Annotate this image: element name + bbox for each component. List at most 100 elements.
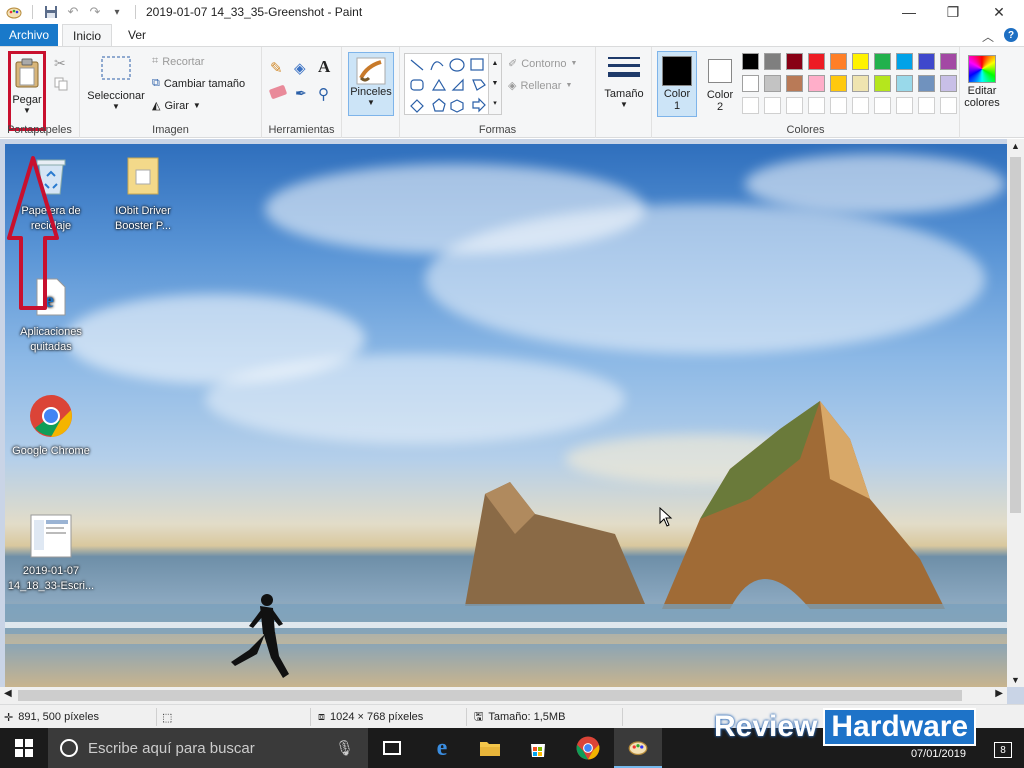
palette-color-swatch[interactable] bbox=[896, 53, 913, 70]
palette-color-swatch[interactable] bbox=[786, 75, 803, 92]
color-picker-icon[interactable]: ✒ bbox=[295, 85, 307, 102]
palette-custom-slot[interactable] bbox=[852, 97, 869, 114]
palette-custom-slot[interactable] bbox=[808, 97, 825, 114]
rotate-icon: ◭ bbox=[152, 100, 161, 112]
color1-swatch bbox=[662, 56, 692, 86]
maximize-button[interactable]: ❐ bbox=[930, 0, 976, 24]
save-icon[interactable] bbox=[41, 2, 61, 22]
palette-color-swatch[interactable] bbox=[852, 53, 869, 70]
palette-custom-slot[interactable] bbox=[764, 97, 781, 114]
palette-custom-slot[interactable] bbox=[874, 97, 891, 114]
palette-color-swatch[interactable] bbox=[830, 75, 847, 92]
store-button[interactable] bbox=[514, 728, 562, 768]
scroll-left-icon[interactable]: ◀ bbox=[4, 688, 12, 699]
size-group: Tamaño ▼ bbox=[596, 47, 652, 138]
tab-view[interactable]: Ver bbox=[118, 24, 156, 46]
edit-colors-button[interactable]: Editar colores bbox=[960, 55, 1004, 109]
customize-qat-icon[interactable]: ▾ bbox=[107, 2, 127, 22]
palette-color-swatch[interactable] bbox=[940, 53, 957, 70]
start-button[interactable] bbox=[0, 728, 48, 768]
size-button[interactable]: Tamaño ▼ bbox=[602, 53, 646, 109]
palette-color-swatch[interactable] bbox=[852, 75, 869, 92]
outline-label: Contorno bbox=[521, 57, 567, 70]
crop-label: Recortar bbox=[162, 55, 205, 68]
palette-color-swatch[interactable] bbox=[764, 53, 781, 70]
fill-button[interactable]: ◈ Rellenar ▼ bbox=[508, 79, 572, 93]
palette-custom-slot[interactable] bbox=[918, 97, 935, 114]
notifications-button[interactable]: 8 bbox=[994, 742, 1012, 758]
desktop-icon-chrome[interactable]: Google Chrome bbox=[5, 394, 97, 459]
palette-color-swatch[interactable] bbox=[940, 75, 957, 92]
palette-color-swatch[interactable] bbox=[896, 75, 913, 92]
paint-taskbar-button[interactable] bbox=[614, 728, 662, 768]
redo-icon[interactable]: ↷ bbox=[85, 2, 105, 22]
palette-custom-slot[interactable] bbox=[896, 97, 913, 114]
fill-icon[interactable]: ◈ bbox=[294, 59, 306, 77]
tab-home[interactable]: Inicio bbox=[62, 24, 113, 46]
crop-button[interactable]: ⌗ Recortar bbox=[152, 55, 204, 68]
scroll-up-icon[interactable]: ▲ bbox=[1011, 141, 1020, 151]
palette-color-swatch[interactable] bbox=[742, 75, 759, 92]
eraser-icon[interactable] bbox=[268, 84, 288, 100]
brushes-button[interactable]: Pinceles ▼ bbox=[348, 52, 394, 116]
vertical-scroll-thumb[interactable] bbox=[1010, 157, 1021, 513]
fill-bucket-icon: ◈ bbox=[508, 80, 517, 92]
outline-button[interactable]: ✐ Contorno ▼ bbox=[508, 57, 577, 71]
file-explorer-button[interactable] bbox=[466, 728, 514, 768]
text-icon[interactable]: A bbox=[318, 57, 330, 77]
palette-custom-slot[interactable] bbox=[830, 97, 847, 114]
task-view-button[interactable] bbox=[368, 728, 416, 768]
taskbar-search[interactable]: Escribe aquí para buscar 🎙 bbox=[48, 728, 368, 768]
palette-color-swatch[interactable] bbox=[874, 53, 891, 70]
tools-group-label: Herramientas bbox=[268, 124, 335, 136]
palette-custom-slot[interactable] bbox=[742, 97, 759, 114]
chrome-taskbar-button[interactable] bbox=[564, 728, 612, 768]
vertical-scrollbar[interactable]: ▲ ▼ bbox=[1007, 139, 1024, 687]
paste-dropdown-icon[interactable]: ▼ bbox=[23, 106, 31, 115]
tab-file[interactable]: Archivo bbox=[0, 24, 59, 46]
minimize-button[interactable]: — bbox=[886, 0, 932, 24]
desktop-icon-iobit[interactable]: IObit Driver Booster P... bbox=[97, 154, 189, 234]
rotate-button[interactable]: ◭ Girar ▼ bbox=[152, 99, 201, 113]
paste-button[interactable]: Pegar ▼ bbox=[8, 51, 46, 131]
scroll-down-icon[interactable]: ▼ bbox=[1011, 675, 1020, 685]
palette-color-swatch[interactable] bbox=[918, 53, 935, 70]
close-button[interactable]: ✕ bbox=[976, 0, 1022, 24]
help-icon[interactable]: ? bbox=[1004, 28, 1018, 42]
shapes-scroll[interactable]: ▲ ▼ ▾ bbox=[488, 53, 502, 115]
horizontal-scrollbar[interactable]: ◀ ▶ bbox=[0, 687, 1007, 704]
desktop-icon-label: Google Chrome bbox=[12, 445, 90, 457]
palette-color-swatch[interactable] bbox=[808, 75, 825, 92]
pencil-icon[interactable]: ✎ bbox=[270, 59, 283, 77]
edge-button[interactable]: e bbox=[418, 728, 466, 768]
crop-icon: ⌗ bbox=[152, 55, 159, 67]
selection-icon: ⬚ bbox=[162, 711, 173, 724]
desktop-icon-screenshot[interactable]: 2019-01-07 14_18_33-Escri... bbox=[5, 514, 97, 594]
undo-icon[interactable]: ↶ bbox=[63, 2, 83, 22]
palette-custom-slot[interactable] bbox=[940, 97, 957, 114]
magnifier-icon[interactable]: ⚲ bbox=[318, 85, 329, 103]
collapse-ribbon-icon[interactable]: ︿ bbox=[982, 28, 994, 45]
drawing-canvas[interactable]: Papelera de reciclaje IObit Driver Boost… bbox=[5, 144, 1008, 687]
microphone-icon[interactable]: 🎙 bbox=[335, 739, 354, 757]
palette-color-swatch[interactable] bbox=[918, 75, 935, 92]
palette-color-swatch[interactable] bbox=[830, 53, 847, 70]
resize-icon: ⧉ bbox=[152, 77, 160, 89]
color1-button[interactable]: Color 1 bbox=[657, 51, 697, 117]
palette-color-swatch[interactable] bbox=[786, 53, 803, 70]
palette-color-swatch[interactable] bbox=[874, 75, 891, 92]
palette-color-swatch[interactable] bbox=[764, 75, 781, 92]
clock-date[interactable]: 07/01/2019 bbox=[911, 748, 966, 760]
color2-button[interactable]: Color 2 bbox=[700, 51, 740, 117]
cut-icon[interactable]: ✂ bbox=[54, 55, 66, 72]
horizontal-scroll-thumb[interactable] bbox=[18, 690, 962, 701]
select-button[interactable]: Seleccionar ▼ bbox=[84, 55, 148, 111]
search-icon bbox=[60, 739, 78, 757]
resize-button[interactable]: ⧉ Cambiar tamaño bbox=[152, 77, 245, 90]
copy-icon[interactable] bbox=[54, 77, 68, 94]
palette-color-swatch[interactable] bbox=[808, 53, 825, 70]
paint-app-icon[interactable] bbox=[4, 2, 24, 22]
scroll-right-icon[interactable]: ▶ bbox=[995, 688, 1003, 699]
palette-custom-slot[interactable] bbox=[786, 97, 803, 114]
palette-color-swatch[interactable] bbox=[742, 53, 759, 70]
